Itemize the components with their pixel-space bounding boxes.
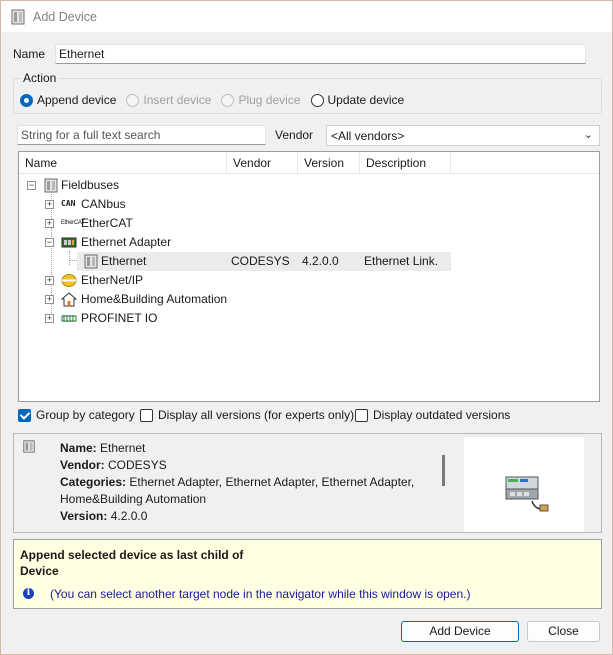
- device-tree[interactable]: Name Vendor Version Description − Fieldb…: [18, 151, 600, 402]
- update-device-label: Update device: [327, 93, 405, 107]
- collapse-icon[interactable]: −: [27, 181, 36, 190]
- device-icon: [84, 254, 98, 269]
- info-icon: i: [23, 588, 34, 599]
- vendor-label: Vendor: [275, 128, 314, 142]
- name-field[interactable]: Ethernet: [55, 44, 586, 64]
- action-radio-row: Append device Insert device Plug device …: [20, 93, 414, 107]
- collapse-icon[interactable]: −: [45, 238, 54, 247]
- info-scrollbar[interactable]: [442, 455, 445, 486]
- tree-label: PROFINET IO: [81, 311, 158, 325]
- tree-cell-version: 4.2.0.0: [302, 254, 339, 268]
- insert-device-label: Insert device: [143, 93, 212, 107]
- column-header-version[interactable]: Version: [298, 152, 360, 174]
- tree-row-ethercat[interactable]: + EtherCAT EtherCAT: [19, 214, 599, 233]
- expand-icon[interactable]: +: [45, 200, 54, 209]
- checkbox-icon: [140, 408, 153, 422]
- ethernet-adapter-icon: [61, 237, 77, 248]
- tree-row-ethernetip[interactable]: + EtherNet/IP: [19, 271, 599, 290]
- tree-row-ethernet[interactable]: Ethernet CODESYS 4.2.0.0 Ethernet Link.: [19, 252, 599, 271]
- expand-icon[interactable]: +: [45, 219, 54, 228]
- device-icon: [23, 440, 35, 453]
- device-preview: [464, 437, 584, 532]
- message-title: Append selected device as last child of …: [20, 548, 244, 578]
- display-all-versions-label: Display all versions (for experts only): [158, 408, 355, 422]
- message-panel: Append selected device as last child of …: [13, 539, 602, 609]
- tree-cell-description: Ethernet Link.: [364, 254, 439, 268]
- vendor-select[interactable]: <All vendors> ⌄: [326, 125, 600, 146]
- append-device-label: Append device: [37, 93, 117, 107]
- tree-label: Home&Building Automation: [81, 292, 228, 306]
- info-name: Name: Ethernet: [60, 441, 146, 455]
- add-device-button[interactable]: Add Device: [401, 621, 519, 642]
- name-label: Name: [13, 47, 46, 61]
- display-outdated-label: Display outdated versions: [373, 408, 511, 422]
- insert-device-radio[interactable]: Insert device: [126, 93, 211, 107]
- title-bar[interactable]: Add Device: [1, 1, 612, 32]
- tree-label: EtherNet/IP: [81, 273, 144, 287]
- tree-row-profinet[interactable]: + PROFINET IO: [19, 309, 599, 328]
- close-button[interactable]: Close: [527, 621, 600, 642]
- radio-icon: [126, 93, 140, 107]
- display-all-versions-checkbox[interactable]: Display all versions (for experts only): [140, 408, 354, 422]
- display-outdated-checkbox[interactable]: Display outdated versions: [355, 408, 510, 422]
- can-icon: CAN: [61, 199, 76, 208]
- tree-header: Name Vendor Version Description: [19, 152, 599, 174]
- chevron-down-icon: ⌄: [583, 129, 593, 141]
- group-by-category-label: Group by category: [36, 408, 135, 422]
- radio-icon: [221, 93, 235, 107]
- checkbox-checked-icon: [18, 408, 31, 422]
- radio-icon: [310, 93, 324, 107]
- add-device-dialog: Add Device Name Ethernet Action Append d…: [0, 0, 613, 655]
- vendor-selected-value: <All vendors>: [331, 129, 405, 143]
- tree-label: EtherCAT: [81, 216, 133, 230]
- tree-label: Fieldbuses: [61, 178, 120, 192]
- fieldbus-icon: [44, 178, 58, 193]
- tree-row-home-building[interactable]: + Home&Building Automation: [19, 290, 599, 309]
- message-note: (You can select another target node in t…: [50, 587, 471, 601]
- network-device-icon: [505, 476, 549, 512]
- append-device-radio[interactable]: Append device: [20, 93, 116, 107]
- info-version: Version: 4.2.0.0: [60, 509, 148, 523]
- column-header-name[interactable]: Name: [19, 152, 227, 174]
- tree-row-fieldbuses[interactable]: − Fieldbuses: [19, 176, 599, 195]
- radio-checked-icon: [20, 93, 33, 107]
- tree-row-canbus[interactable]: + CAN CANbus: [19, 195, 599, 214]
- info-vendor: Vendor: CODESYS: [60, 458, 167, 472]
- tree-row-ethernet-adapter[interactable]: − Ethernet Adapter: [19, 233, 599, 252]
- device-icon: [11, 9, 25, 24]
- tree-label: Ethernet: [101, 254, 147, 268]
- group-by-category-checkbox[interactable]: Group by category: [18, 408, 135, 422]
- tree-cell-vendor: CODESYS: [231, 254, 290, 268]
- action-legend: Action: [21, 71, 59, 85]
- update-device-radio[interactable]: Update device: [310, 93, 405, 107]
- info-categories: Categories: Ethernet Adapter, Ethernet A…: [60, 475, 415, 489]
- tree-label: CANbus: [81, 197, 126, 211]
- expand-icon[interactable]: +: [45, 276, 54, 285]
- checkbox-icon: [355, 408, 368, 422]
- home-icon: [61, 292, 77, 307]
- search-input[interactable]: String for a full text search: [17, 125, 266, 145]
- expand-icon[interactable]: +: [45, 314, 54, 323]
- info-categories-cont: Home&Building Automation: [60, 492, 207, 506]
- plug-device-label: Plug device: [238, 93, 301, 107]
- plug-device-radio[interactable]: Plug device: [221, 93, 301, 107]
- column-header-vendor[interactable]: Vendor: [227, 152, 298, 174]
- tree-label: Ethernet Adapter: [81, 235, 172, 249]
- expand-icon[interactable]: +: [45, 295, 54, 304]
- profinet-icon: [61, 315, 77, 322]
- ethernetip-icon: [61, 274, 77, 287]
- column-header-description[interactable]: Description: [360, 152, 451, 174]
- window-title: Add Device: [33, 9, 97, 24]
